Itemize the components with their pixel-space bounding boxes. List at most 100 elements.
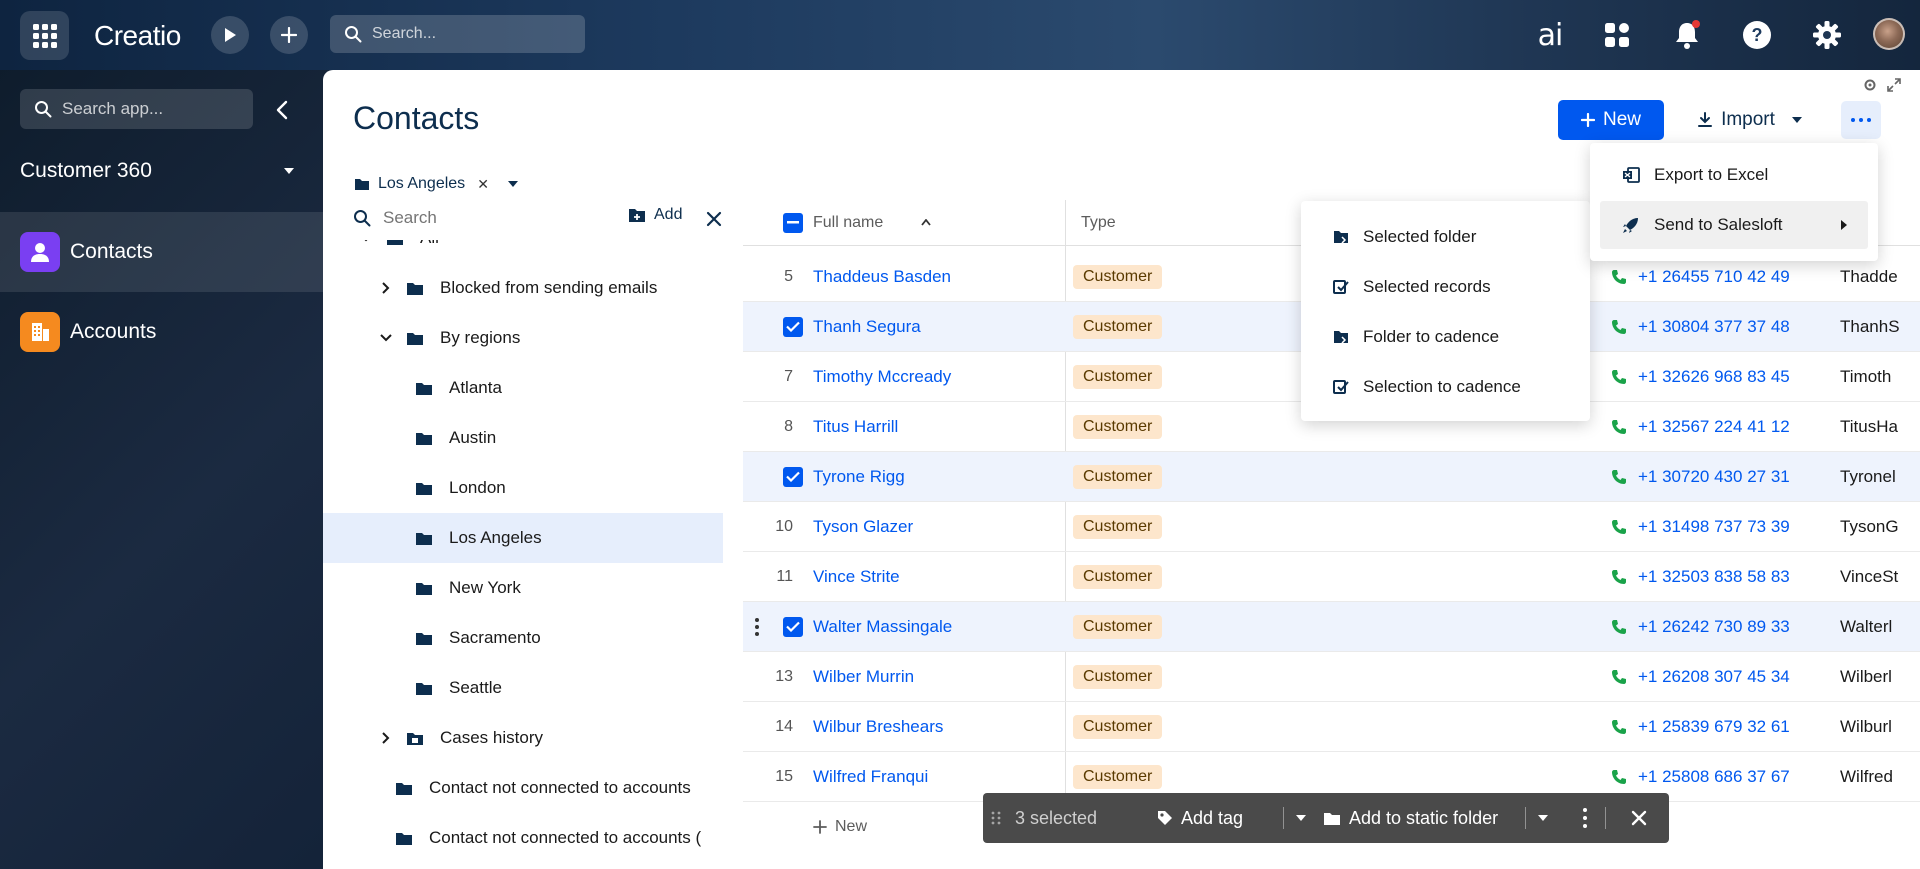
chevron-down-icon[interactable] — [378, 334, 394, 342]
tree-item-not-connected[interactable]: Contact not connected to accounts — [323, 763, 723, 813]
phone-link[interactable]: +1 31498 737 73 39 — [1638, 517, 1790, 537]
contact-name-link[interactable]: Thanh Segura — [813, 317, 921, 337]
sort-asc-icon[interactable] — [921, 219, 931, 226]
phone-link[interactable]: +1 25839 679 32 61 — [1638, 717, 1790, 737]
tree-item-all[interactable]: All — [323, 240, 723, 263]
app-search[interactable] — [20, 89, 253, 129]
tree-item-austin[interactable]: Austin — [323, 413, 723, 463]
phone-icon[interactable] — [1611, 319, 1627, 335]
tree-item-seattle[interactable]: Seattle — [323, 663, 723, 713]
menu-item-send-salesloft[interactable]: Send to Salesloft — [1600, 201, 1868, 249]
column-full-name[interactable]: Full name — [813, 214, 883, 232]
column-type[interactable]: Type — [1081, 214, 1116, 232]
menu-item-selected-folder[interactable]: Selected folder — [1311, 213, 1580, 261]
contact-name-link[interactable]: Walter Massingale — [813, 617, 952, 637]
ai-button[interactable]: ai — [1530, 18, 1570, 53]
expand-icon[interactable] — [1887, 78, 1901, 92]
tree-item-by-regions[interactable]: By regions — [323, 313, 723, 363]
phone-icon[interactable] — [1611, 719, 1627, 735]
phone-icon[interactable] — [1611, 419, 1627, 435]
app-search-input[interactable] — [62, 99, 242, 119]
phone-link[interactable]: +1 26208 307 45 34 — [1638, 667, 1790, 687]
drag-handle-icon[interactable] — [991, 811, 1001, 825]
quick-add-button[interactable] — [270, 16, 308, 54]
phone-link[interactable]: +1 32567 224 41 12 — [1638, 417, 1790, 437]
phone-link[interactable]: +1 30804 377 37 48 — [1638, 317, 1790, 337]
collapse-sidebar-button[interactable] — [268, 96, 296, 124]
select-all-checkbox[interactable] — [783, 212, 803, 233]
menu-item-selection-to-cadence[interactable]: Selection to cadence — [1311, 363, 1580, 411]
caret-down-icon[interactable] — [1537, 814, 1549, 822]
sidebar-item-accounts[interactable]: Accounts — [0, 292, 323, 372]
row-menu-icon[interactable] — [755, 617, 759, 636]
contact-name-link[interactable]: Wilfred Franqui — [813, 767, 928, 787]
contact-name-link[interactable]: Wilbur Breshears — [813, 717, 943, 737]
row-checkbox[interactable] — [783, 616, 803, 637]
chevron-down-icon[interactable] — [358, 240, 374, 242]
phone-icon[interactable] — [1611, 369, 1627, 385]
phone-icon[interactable] — [1611, 569, 1627, 585]
more-vertical-icon[interactable] — [1583, 808, 1587, 828]
tree-item-los-angeles[interactable]: Los Angeles — [323, 513, 723, 563]
apps-hub-button[interactable] — [1600, 18, 1634, 52]
phone-link[interactable]: +1 30720 430 27 31 — [1638, 467, 1790, 487]
tree-item-blocked[interactable]: Blocked from sending emails — [323, 263, 723, 313]
add-tag-button[interactable]: Add tag — [1157, 808, 1243, 829]
add-folder-button[interactable]: Add — [628, 206, 682, 224]
phone-icon[interactable] — [1611, 269, 1627, 285]
tree-item-new-york[interactable]: New York — [323, 563, 723, 613]
close-folders-button[interactable] — [703, 208, 725, 230]
notifications-button[interactable] — [1670, 18, 1704, 52]
add-to-static-folder-button[interactable]: Add to static folder — [1323, 808, 1498, 829]
help-button[interactable]: ? — [1740, 18, 1774, 52]
close-icon[interactable] — [1631, 810, 1647, 826]
table-row[interactable]: 14 Wilbur Breshears Customer +1 25839 679 3… — [743, 702, 1920, 752]
tree-item-not-connected-2[interactable]: Contact not connected to accounts ( — [323, 813, 723, 863]
table-row[interactable]: 11 Vince Strite Customer +1 32503 838 58 83… — [743, 552, 1920, 602]
folder-search[interactable] — [353, 200, 653, 236]
tree-item-sacramento[interactable]: Sacramento — [323, 613, 723, 663]
chevron-right-icon[interactable] — [378, 282, 394, 294]
tree-item-cases-history[interactable]: Cases history — [323, 713, 723, 763]
user-avatar[interactable] — [1873, 18, 1905, 50]
table-row[interactable]: Walter Massingale Customer +1 26242 730 89… — [743, 602, 1920, 652]
import-button[interactable]: Import — [1690, 100, 1810, 140]
menu-item-folder-to-cadence[interactable]: Folder to cadence — [1311, 313, 1580, 361]
global-search[interactable] — [330, 15, 585, 53]
contact-name-link[interactable]: Vince Strite — [813, 567, 900, 587]
phone-link[interactable]: +1 26455 710 42 49 — [1638, 267, 1790, 287]
remove-filter-button[interactable]: ✕ — [477, 176, 489, 193]
caret-down-icon[interactable] — [507, 180, 519, 188]
caret-down-icon[interactable] — [1295, 814, 1307, 822]
tree-item-london[interactable]: London — [323, 463, 723, 513]
table-row[interactable]: 13 Wilber Murrin Customer +1 26208 307 45 3… — [743, 652, 1920, 702]
phone-icon[interactable] — [1611, 469, 1627, 485]
menu-item-export-excel[interactable]: Export to Excel — [1600, 151, 1868, 199]
phone-link[interactable]: +1 26242 730 89 33 — [1638, 617, 1790, 637]
more-actions-button[interactable] — [1841, 101, 1881, 139]
contact-name-link[interactable]: Titus Harrill — [813, 417, 898, 437]
table-row[interactable]: Tyrone Rigg Customer +1 30720 430 27 31 Tyr… — [743, 452, 1920, 502]
contact-name-link[interactable]: Timothy Mccready — [813, 367, 951, 387]
new-button[interactable]: New — [1558, 100, 1664, 140]
folder-search-input[interactable] — [383, 208, 583, 228]
contact-name-link[interactable]: Tyson Glazer — [813, 517, 913, 537]
sidebar-item-contacts[interactable]: Contacts — [0, 212, 323, 292]
row-checkbox[interactable] — [783, 466, 803, 487]
phone-icon[interactable] — [1611, 669, 1627, 685]
panel-settings-icon[interactable] — [1863, 78, 1877, 92]
row-checkbox[interactable] — [783, 316, 803, 337]
tree-item-atlanta[interactable]: Atlanta — [323, 363, 723, 413]
settings-button[interactable] — [1810, 18, 1844, 52]
grid-new-button[interactable]: New — [813, 818, 867, 836]
phone-link[interactable]: +1 25808 686 37 67 — [1638, 767, 1790, 787]
table-row[interactable]: 10 Tyson Glazer Customer +1 31498 737 73 39… — [743, 502, 1920, 552]
phone-icon[interactable] — [1611, 619, 1627, 635]
contact-name-link[interactable]: Tyrone Rigg — [813, 467, 905, 487]
menu-item-selected-records[interactable]: Selected records — [1311, 263, 1580, 311]
run-process-button[interactable] — [211, 16, 249, 54]
contact-name-link[interactable]: Thaddeus Basden — [813, 267, 951, 287]
app-launcher-button[interactable] — [20, 11, 69, 60]
phone-link[interactable]: +1 32626 968 83 45 — [1638, 367, 1790, 387]
phone-icon[interactable] — [1611, 769, 1627, 785]
